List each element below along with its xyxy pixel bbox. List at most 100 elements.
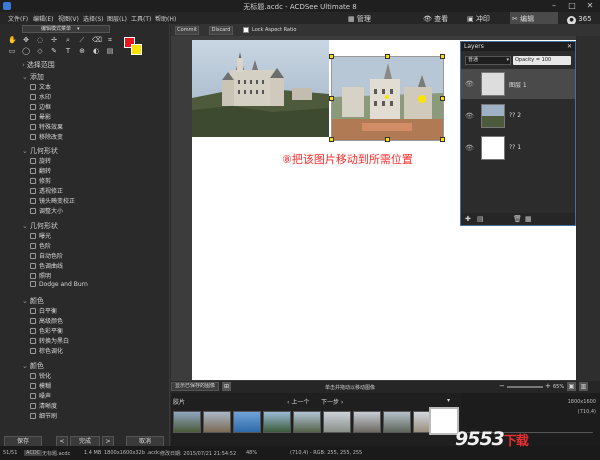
minimize-button[interactable]: – (545, 0, 563, 11)
actual-size-icon[interactable]: ▥ (579, 382, 588, 391)
lock-aspect-checkbox[interactable] (243, 27, 249, 33)
maximize-button[interactable]: □ (563, 0, 581, 11)
menu-select[interactable]: 选择(S) (83, 14, 104, 23)
commit-button[interactable]: Commit (175, 26, 199, 35)
filmstrip-prev-button[interactable]: ‹ 上一个 (287, 397, 309, 406)
zoom-slider[interactable] (507, 386, 543, 388)
layer-options-icon[interactable]: ▦ (525, 215, 532, 223)
hand-tool-icon[interactable]: ✋ (8, 36, 17, 44)
section-geometry[interactable]: ⌄ 几何形状 (22, 146, 58, 156)
navigator-icon[interactable]: ⊞ (222, 382, 231, 391)
mode-dropdown[interactable]: 编辑模式菜单 ▾ (22, 25, 110, 33)
background-color-swatch[interactable] (131, 44, 142, 55)
move-tool-icon[interactable]: ✥ (22, 36, 30, 44)
tool-item-flip[interactable]: 翻转 (30, 166, 51, 175)
tool-item-color-balance[interactable]: 色彩平衡 (30, 326, 63, 335)
discard-button[interactable]: Discard (209, 26, 233, 35)
tool-item-sepia[interactable]: 棕色调化 (30, 346, 63, 355)
add-layer-icon[interactable]: ✚ (465, 215, 471, 223)
tool-item-blur[interactable]: 模糊 (30, 381, 51, 390)
section-exposure[interactable]: ⌄ 几何形状 (22, 221, 58, 231)
blend-mode-select[interactable]: 普通 ▾ (465, 56, 511, 65)
ellipse-select-icon[interactable]: ◯ (22, 47, 30, 55)
tool-item-resize[interactable]: 调整大小 (30, 206, 63, 215)
zoom-out-icon[interactable]: − (499, 382, 505, 390)
tool-item-tone-curves[interactable]: 色调曲线 (30, 261, 63, 270)
castle-photo-layer[interactable] (192, 40, 329, 137)
tool-item-bw[interactable]: 转换为黑白 (30, 336, 69, 345)
tool-item-special-effects[interactable]: 特殊效果 (30, 122, 63, 131)
tool-item-lighting[interactable]: 照明 (30, 271, 51, 280)
resize-handle-bottom[interactable] (385, 137, 390, 142)
crop-tool-icon[interactable]: ⌗ (106, 36, 114, 44)
tool-item-lens-distortion[interactable]: 镜头畸变校正 (30, 196, 75, 205)
filmstrip-thumbnail[interactable] (173, 411, 201, 433)
tool-item-exposure[interactable]: 曝光 (30, 231, 51, 240)
filmstrip-thumbnail[interactable] (203, 411, 231, 433)
menu-file[interactable]: 文件(F) (8, 14, 28, 23)
filmstrip-thumbnail[interactable] (323, 411, 351, 433)
tool-item-vignette[interactable]: 晕影 (30, 112, 51, 121)
tool-item-text[interactable]: 文本 (30, 82, 51, 91)
layer-row[interactable]: 👁 ?? 2 (461, 101, 575, 131)
filmstrip-thumbnail[interactable] (233, 411, 261, 433)
tool-item-crop[interactable]: 修剪 (30, 176, 51, 185)
filmstrip-thumbnail[interactable] (293, 411, 321, 433)
resize-handle-bottom-left[interactable] (329, 137, 334, 142)
section-selection[interactable]: › 选择范围 (22, 60, 55, 70)
filmstrip-thumbnail[interactable] (383, 411, 411, 433)
delete-layer-icon[interactable]: 🗑 (513, 215, 522, 223)
tool-item-border[interactable]: 边框 (30, 102, 51, 111)
menu-edit[interactable]: 编辑(E) (33, 14, 53, 23)
section-detail[interactable]: ⌄ 颜色 (22, 361, 44, 371)
resize-handle-left[interactable] (329, 96, 334, 101)
menu-view[interactable]: 视图(V) (58, 14, 79, 23)
tool-item-levels[interactable]: 色阶 (30, 241, 51, 250)
layer-row[interactable]: 👁 图层 1 (461, 69, 575, 99)
resize-handle-top-left[interactable] (329, 54, 334, 59)
tool-item-noise[interactable]: 噪声 (30, 391, 51, 400)
free-select-icon[interactable]: ◇ (36, 47, 44, 55)
zoom-value[interactable]: 65% (553, 384, 564, 390)
resize-handle-top[interactable] (385, 54, 390, 59)
tool-item-sharpen[interactable]: 锐化 (30, 371, 51, 380)
text-tool-icon[interactable]: T (64, 47, 72, 55)
resize-handle-bottom-right[interactable] (440, 137, 445, 142)
filmstrip-collapse-icon[interactable]: ▾ (447, 397, 450, 404)
tool-item-auto-levels[interactable]: 自动色阶 (30, 251, 63, 260)
layer-folder-icon[interactable]: ▤ (477, 215, 484, 223)
menu-layer[interactable]: 图层(L) (107, 14, 127, 23)
filmstrip-next-button[interactable]: 下一步 › (321, 397, 343, 406)
tool-item-white-balance[interactable]: 白平衡 (30, 306, 57, 315)
opacity-field[interactable]: Opacity = 100 (513, 56, 571, 65)
visibility-eye-icon[interactable]: 👁 (465, 144, 474, 152)
visibility-eye-icon[interactable]: 👁 (465, 80, 474, 88)
section-add[interactable]: ⌄ 添加 (22, 72, 44, 82)
menu-tools[interactable]: 工具(T) (131, 14, 151, 23)
filmstrip-thumbnail[interactable] (263, 411, 291, 433)
tool-item-advanced-color[interactable]: 高级颜色 (30, 316, 63, 325)
layer-row[interactable]: 👁 ?? 1 (461, 133, 575, 163)
tool-item-remove-change[interactable]: 移除改变 (30, 132, 63, 141)
close-icon[interactable]: ✕ (567, 42, 572, 51)
brush-tool-icon[interactable]: ✎ (50, 47, 58, 55)
lasso-tool-icon[interactable]: ◌ (36, 36, 44, 44)
miniature-photo-layer[interactable] (331, 56, 444, 141)
rect-select-icon[interactable]: ▭ (8, 47, 16, 55)
zoom-tool-icon[interactable]: ⌕ (64, 36, 72, 44)
tool-item-clarity[interactable]: 清晰度 (30, 401, 57, 410)
section-color[interactable]: ⌄ 颜色 (22, 296, 44, 306)
gradient-tool-icon[interactable]: ▤ (106, 47, 114, 55)
eraser-icon[interactable]: ⌫ (92, 36, 102, 44)
close-button[interactable]: ✕ (581, 0, 599, 11)
zoom-in-icon[interactable]: + (545, 382, 551, 390)
fill-tool-icon[interactable]: ◐ (92, 47, 100, 55)
menu-help[interactable]: 帮助(H) (155, 14, 176, 23)
eyedropper-icon[interactable]: ⟋ (78, 36, 86, 44)
filmstrip-thumbnail[interactable] (353, 411, 381, 433)
tool-item-dodge-burn[interactable]: Dodge and Burn (30, 281, 88, 288)
visibility-eye-icon[interactable]: 👁 (465, 112, 474, 120)
tool-item-watermark[interactable]: 水印 (30, 92, 51, 101)
show-saved-button[interactable]: 显示已保存的图像 (171, 382, 219, 391)
canvas-vertical-scrollbar[interactable] (577, 36, 600, 381)
